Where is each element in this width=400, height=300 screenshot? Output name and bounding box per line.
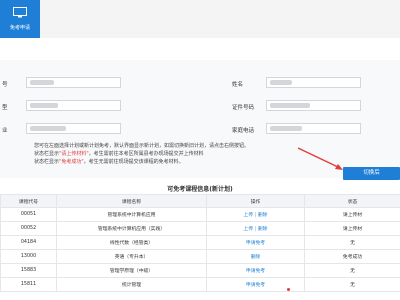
blurred-value xyxy=(270,103,310,108)
table-row: 13000 英语（专升本） 删除 免考成功 xyxy=(0,249,400,264)
table-header-row: 课程代号 课程名称 操作 状态 xyxy=(0,194,400,208)
notice-line-3: 状态栏显示"免考成功"，考生无需前往现场提交该课程的免考材料。 xyxy=(34,159,184,165)
form-label-number: 号 xyxy=(2,82,8,88)
course-name: 线性代数（经管类） xyxy=(56,235,207,250)
table-row: 00051 管理系统中计算机应用 上传 | 删除 请上传材 xyxy=(0,207,400,222)
header-status: 状态 xyxy=(304,194,400,208)
upload-link[interactable]: 上传 xyxy=(244,227,254,232)
operation-cell: 上传 | 删除 xyxy=(206,207,305,222)
blurred-value xyxy=(270,126,302,131)
course-code: 00052 xyxy=(0,221,57,236)
course-name: 管理系统中计算机应用（实践） xyxy=(56,221,207,236)
red-marker-dot xyxy=(287,288,290,291)
course-code: 15811 xyxy=(0,277,57,292)
course-name: 管理系统中计算机应用 xyxy=(56,207,207,222)
form-label-major: 业 xyxy=(2,128,8,134)
table-row: 15811 统计管理 申请免考 无 xyxy=(0,277,400,292)
status-cell: 请上传材 xyxy=(304,207,400,222)
apply-exemption-link[interactable]: 申请免考 xyxy=(246,283,265,288)
course-code: 15883 xyxy=(0,263,57,278)
upload-link[interactable]: 上传 xyxy=(244,213,254,218)
blurred-value xyxy=(30,103,58,108)
status-cell: 请上传材 xyxy=(304,221,400,236)
notice-line-1: 您可在左面选择计划或新计划免考，默认界面显示新计划，如需切换新旧计划，请点击右侧… xyxy=(34,143,250,149)
course-name: 管理学原理（中级） xyxy=(56,263,207,278)
operation-cell: 上传 | 删除 xyxy=(206,221,305,236)
delete-link[interactable]: 删除 xyxy=(258,227,268,232)
form-label-type: 型 xyxy=(2,105,8,111)
table-title: 可免考课程信息(新计划) xyxy=(167,186,233,193)
table-row: 15883 管理学原理（中级） 申请免考 无 xyxy=(0,263,400,278)
status-cell: 无 xyxy=(304,277,400,292)
tile-label: 免考申请 xyxy=(9,25,30,31)
apply-exemption-link[interactable]: 申请免考 xyxy=(246,269,265,274)
operation-cell: 申请免考 xyxy=(206,235,305,250)
course-code: 04184 xyxy=(0,235,57,250)
blurred-value xyxy=(30,126,66,131)
course-table: 课程代号 课程名称 操作 状态 00051 管理系统中计算机应用 上传 | 删除… xyxy=(0,194,400,292)
table-row: 04184 线性代数（经管类） 申请免考 无 xyxy=(0,235,400,250)
operation-cell: 删除 xyxy=(206,249,305,264)
header-course-code: 课程代号 xyxy=(0,194,57,208)
course-code: 13000 xyxy=(0,249,57,264)
header-course-name: 课程名称 xyxy=(56,194,207,208)
course-code: 00051 xyxy=(0,207,57,222)
switch-plan-button[interactable]: 切换后 xyxy=(343,167,400,180)
notice-line-2: 状态栏显示"请上传材料"，考生需前往本考区所属县考办现场提交并上传材料 xyxy=(34,151,204,157)
apply-exemption-link[interactable]: 申请免考 xyxy=(246,241,265,246)
operation-cell: 申请免考 xyxy=(206,263,305,278)
upload-required-highlight: "请上传材料" xyxy=(59,151,89,157)
status-cell: 无 xyxy=(304,235,400,250)
course-name: 统计管理 xyxy=(56,277,207,292)
delete-link[interactable]: 删除 xyxy=(251,255,261,260)
table-row: 00052 管理系统中计算机应用（实践） 上传 | 删除 请上传材 xyxy=(0,221,400,236)
monitor-icon xyxy=(13,7,27,18)
status-cell: 免考成功 xyxy=(304,249,400,264)
exemption-apply-tile[interactable]: 免考申请 xyxy=(0,0,40,38)
form-label-name: 姓名 xyxy=(232,82,244,88)
form-label-home-phone: 家庭电话 xyxy=(232,128,255,134)
blurred-value xyxy=(30,80,54,85)
delete-link[interactable]: 删除 xyxy=(258,213,268,218)
blurred-value xyxy=(270,80,292,85)
top-bar xyxy=(0,0,400,38)
notice-text: 您可在左面选择计划或新计划免考，默认界面显示新计划，如需切换新旧计划，请点击右侧… xyxy=(34,142,284,166)
status-cell: 无 xyxy=(304,263,400,278)
form-label-id-number: 证件号码 xyxy=(232,105,255,111)
header-operation: 操作 xyxy=(206,194,305,208)
course-name: 英语（专升本） xyxy=(56,249,207,264)
exempt-success-highlight: "免考成功" xyxy=(59,159,84,165)
